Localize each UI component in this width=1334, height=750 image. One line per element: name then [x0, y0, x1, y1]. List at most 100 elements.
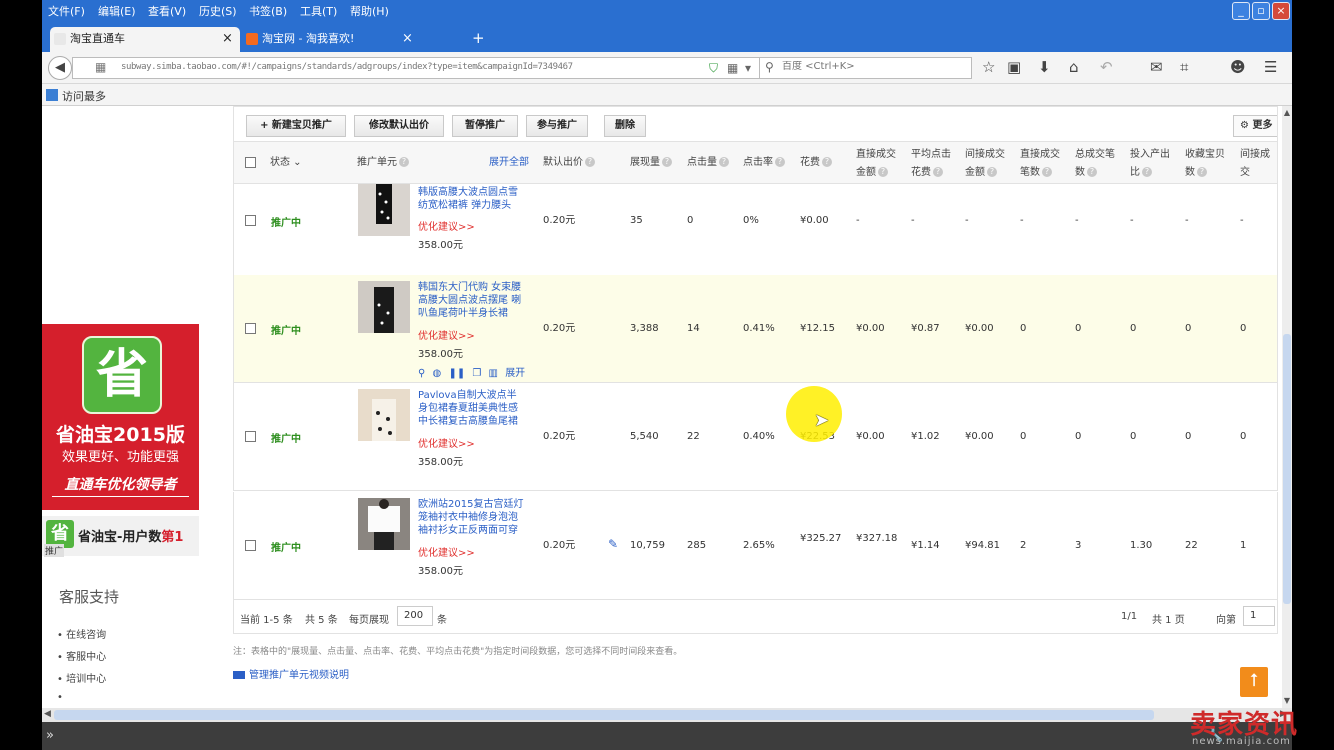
product-title-link[interactable]: 韩版高腰大波点圆点雪纺宽松裙裤 弹力腰头 [418, 186, 526, 212]
optimize-link[interactable]: 优化建议>> [418, 544, 475, 559]
hamburger-menu-icon[interactable]: ☰ [1264, 58, 1277, 76]
row-checkbox[interactable] [245, 323, 256, 334]
goto-page-input[interactable]: 1 [1243, 606, 1275, 626]
table-row[interactable]: 推广中 Pavlova自制大波点半身包裙春夏甜美典性感中长裙复古高腰鱼尾裙 优化… [233, 383, 1278, 491]
header-indirect-amount[interactable]: 间接成交 金额? [965, 146, 1005, 182]
menu-help[interactable]: 帮助(H) [350, 3, 389, 19]
header-status[interactable]: 状态 ⌄ [270, 154, 302, 172]
search-bar[interactable]: ⚲ [759, 57, 972, 79]
menu-bookmarks[interactable]: 书签(B) [249, 3, 287, 19]
globe-icon[interactable]: ◍ [433, 368, 442, 379]
product-thumbnail[interactable] [358, 498, 410, 550]
header-default-bid[interactable]: 默认出价? [543, 154, 595, 172]
scroll-up-icon[interactable]: ▲ [1282, 108, 1292, 117]
ad-bar[interactable]: 省 省油宝-用户数第1 推广 [42, 516, 199, 557]
pause-button[interactable]: 暂停推广 [452, 115, 518, 137]
service-online-chat[interactable]: • 在线咨询 [57, 626, 106, 641]
header-avg-cpc[interactable]: 平均点击 花费? [911, 146, 951, 182]
star-icon[interactable]: ☆ [982, 58, 995, 76]
horizontal-scrollbar[interactable]: ◀ ▶ [42, 708, 1292, 722]
scroll-left-icon[interactable]: ◀ [44, 709, 51, 719]
menu-file[interactable]: 文件(F) [48, 3, 85, 19]
expand-link[interactable]: 展开 [505, 368, 525, 379]
service-center[interactable]: • 客服中心 [57, 648, 106, 663]
service-more[interactable]: • [57, 692, 63, 703]
header-favorites[interactable]: 收藏宝贝数? [1185, 146, 1225, 182]
header-direct-orders[interactable]: 直接成交 笔数? [1020, 146, 1060, 182]
header-clicks[interactable]: 点击量? [687, 154, 729, 172]
minimize-icon[interactable]: _ [1232, 2, 1250, 20]
row-checkbox[interactable] [245, 540, 256, 551]
per-page-select[interactable]: 200 [397, 606, 433, 626]
reader-icon[interactable]: ▣ [1007, 58, 1021, 76]
edit-pencil-icon[interactable]: ✎ [608, 537, 618, 551]
header-direct-amount[interactable]: 直接成交 金额? [856, 146, 896, 182]
back-to-top-button[interactable]: ⭡ [1240, 667, 1268, 697]
header-ctr[interactable]: 点击率? [743, 154, 785, 172]
search-icon[interactable]: ⚲ [418, 368, 425, 379]
product-thumbnail[interactable] [358, 389, 410, 441]
optimize-link[interactable]: 优化建议>> [418, 218, 475, 233]
optimize-link[interactable]: 优化建议>> [418, 327, 475, 342]
qr-icon[interactable]: ▦ [727, 61, 738, 75]
optimize-link[interactable]: 优化建议>> [418, 435, 475, 450]
table-row[interactable]: 推广中 韩国东大门代购 女束腰高腰大圆点波点摆尾 喇叭鱼尾荷叶半身长裙 优化建议… [233, 275, 1278, 383]
maximize-icon[interactable]: ▫ [1252, 2, 1270, 20]
vertical-scrollbar[interactable]: ▲ ▼ [1282, 106, 1292, 708]
more-button[interactable]: ⚙ 更多 [1233, 115, 1277, 137]
new-promotion-button[interactable]: + 新建宝贝推广 [246, 115, 346, 137]
back-button[interactable]: ◀ [48, 56, 72, 80]
chat-icon[interactable]: ✉ [1150, 58, 1163, 76]
copy-icon[interactable]: ❐ [472, 368, 481, 379]
site-info-icon[interactable]: ▦ [95, 60, 106, 74]
row-checkbox[interactable] [245, 215, 256, 226]
delete-button[interactable]: 删除 [604, 115, 646, 137]
tab-taobao[interactable]: 淘宝网 - 淘我喜欢! × [242, 27, 467, 52]
expand-all-link[interactable]: 展开全部 [489, 154, 529, 172]
cell-bid[interactable]: 0.20元 [543, 430, 575, 444]
modify-bid-button[interactable]: 修改默认出价 [354, 115, 444, 137]
menu-tools[interactable]: 工具(T) [300, 3, 337, 19]
cell-bid[interactable]: 0.20元 [543, 322, 575, 336]
service-training[interactable]: • 培训中心 [57, 670, 106, 685]
download-icon[interactable]: ⬇ [1038, 58, 1051, 76]
header-cost[interactable]: 花费? [800, 154, 832, 172]
scrollbar-thumb[interactable] [54, 710, 1154, 720]
product-thumbnail[interactable] [358, 281, 410, 333]
menu-history[interactable]: 历史(S) [199, 3, 237, 19]
search-input[interactable] [782, 61, 967, 72]
product-title-link[interactable]: Pavlova自制大波点半身包裙春夏甜美典性感中长裙复古高腰鱼尾裙 [418, 389, 526, 428]
cell-bid[interactable]: 0.20元 [543, 539, 575, 553]
shield-icon[interactable]: ⛉ [709, 61, 718, 76]
header-impressions[interactable]: 展现量? [630, 154, 672, 172]
tab-close-icon[interactable]: × [402, 27, 413, 51]
expand-icon[interactable]: » [46, 728, 54, 743]
url-bar[interactable]: ▦ subway.simba.taobao.com/#!/campaigns/s… [72, 57, 797, 79]
header-roi[interactable]: 投入产出比? [1130, 146, 1170, 182]
dropdown-icon[interactable]: ▾ [745, 61, 751, 75]
select-all-checkbox[interactable] [245, 157, 256, 168]
table-row[interactable]: 推广中 欧洲站2015复古宫廷灯笼袖衬衣中袖修身泡泡袖衬衫女正反两面可穿 优化建… [233, 492, 1278, 600]
header-total-orders[interactable]: 总成交笔数? [1075, 146, 1115, 182]
bookmark-most-visited[interactable]: 访问最多 [62, 88, 106, 104]
close-window-icon[interactable]: × [1272, 2, 1290, 20]
trash-icon[interactable]: ▥ [489, 368, 498, 379]
video-help-link[interactable]: 管理推广单元视频说明 [233, 666, 349, 681]
product-title-link[interactable]: 韩国东大门代购 女束腰高腰大圆点波点摆尾 喇叭鱼尾荷叶半身长裙 [418, 281, 526, 320]
home-icon[interactable]: ⌂ [1069, 58, 1079, 76]
tab-close-icon[interactable]: × [222, 27, 233, 51]
ad-banner[interactable]: 省 省油宝2015版 效果更好、功能更强 直通车优化领导者 [42, 324, 199, 510]
tab-zhitongche[interactable]: 淘宝直通车 × [50, 27, 240, 52]
join-button[interactable]: 参与推广 [526, 115, 588, 137]
crop-icon[interactable]: ⌗ [1180, 58, 1188, 76]
row-checkbox[interactable] [245, 431, 256, 442]
cell-bid[interactable]: 0.20元 [543, 214, 575, 228]
scrollbar-thumb[interactable] [1283, 334, 1291, 604]
menu-view[interactable]: 查看(V) [148, 3, 186, 19]
pause-icon[interactable]: ❚❚ [448, 368, 465, 379]
new-tab-button[interactable]: + [472, 28, 485, 48]
product-title-link[interactable]: 欧洲站2015复古宫廷灯笼袖衬衣中袖修身泡泡袖衬衫女正反两面可穿 [418, 498, 526, 537]
menu-edit[interactable]: 编辑(E) [98, 3, 136, 19]
product-thumbnail[interactable] [358, 184, 410, 236]
emoji-icon[interactable]: ☻ [1230, 58, 1246, 76]
